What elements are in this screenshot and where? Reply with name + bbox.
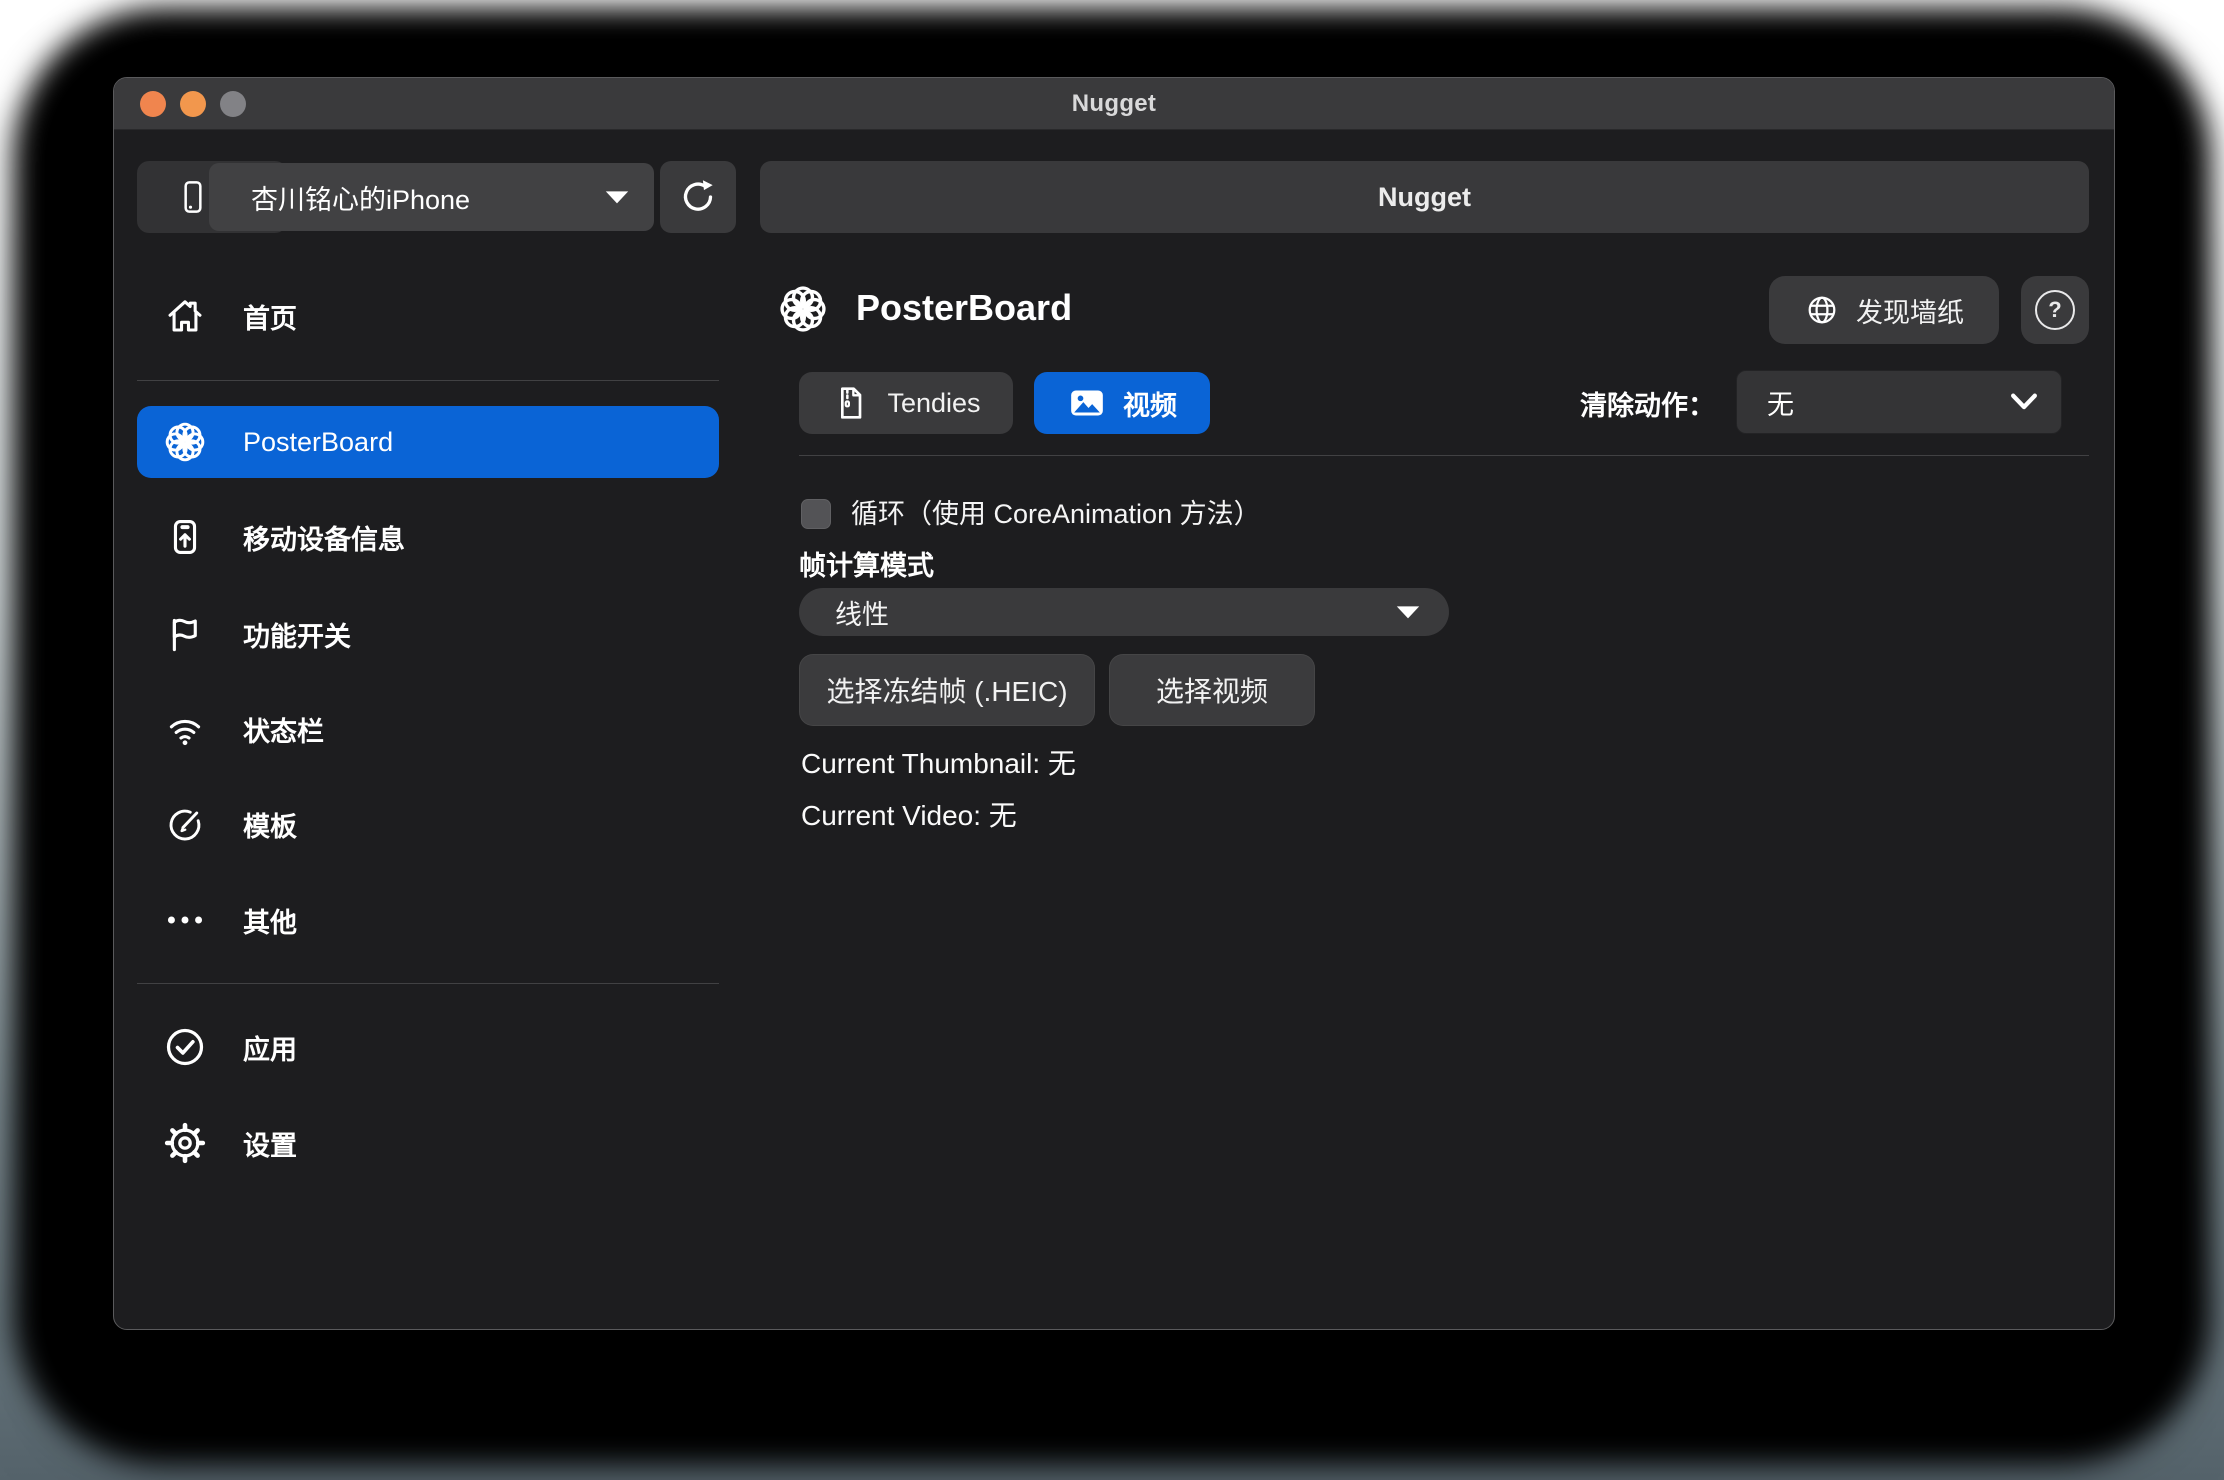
sidebar-item-home[interactable]: 首页 — [137, 280, 719, 352]
photo-icon — [1067, 383, 1107, 423]
refresh-button[interactable] — [660, 161, 736, 233]
app-window: Nugget 杏川铭心的iPhone — [113, 77, 2115, 1330]
choose-frozen-frame-label: 选择冻结帧 (.HEIC) — [826, 670, 1067, 710]
sidebar-item-label: 其他 — [243, 901, 297, 940]
minimize-button[interactable] — [180, 91, 206, 117]
device-name: 杏川铭心的iPhone — [251, 178, 604, 217]
wifi-icon — [162, 706, 208, 752]
sidebar-divider-bottom — [137, 983, 719, 984]
tab-label: 视频 — [1123, 384, 1177, 423]
close-button[interactable] — [140, 91, 166, 117]
device-dropdown[interactable]: 杏川铭心的iPhone — [209, 163, 654, 231]
desktop-background: Nugget 杏川铭心的iPhone — [0, 0, 2224, 1480]
frame-mode-label: 帧计算模式 — [799, 544, 934, 583]
window-title: Nugget — [1072, 90, 1156, 118]
sidebar-item-posterboard[interactable]: PosterBoard — [137, 406, 719, 478]
sidebar-item-other[interactable]: 其他 — [137, 884, 719, 956]
sidebar-item-apply[interactable]: 应用 — [137, 1011, 719, 1083]
refresh-icon — [677, 176, 719, 218]
sidebar-item-label: PosterBoard — [243, 427, 393, 458]
discover-wallpaper-button[interactable]: 发现墙纸 — [1769, 276, 1999, 344]
flag-icon — [162, 611, 208, 657]
traffic-lights — [140, 78, 246, 129]
tab-label: Tendies — [887, 388, 980, 419]
phone-upload-icon — [162, 514, 208, 560]
clear-action-dropdown[interactable]: 无 — [1736, 370, 2062, 434]
loop-checkbox-label: 循环（使用 CoreAnimation 方法） — [851, 499, 1261, 529]
tab-tendies[interactable]: Tendies — [799, 372, 1013, 434]
clear-action-label: 清除动作： — [1580, 372, 1715, 434]
sidebar-item-label: 移动设备信息 — [243, 518, 405, 557]
ellipsis-icon — [162, 897, 208, 943]
sidebar-item-templates[interactable]: 模板 — [137, 788, 719, 860]
gear-icon — [162, 1120, 208, 1166]
help-button[interactable]: ? — [2021, 276, 2089, 344]
sidebar-divider-top — [137, 380, 719, 381]
sidebar-item-settings[interactable]: 设置 — [137, 1107, 719, 1179]
sidebar-item-statusbar[interactable]: 状态栏 — [137, 693, 719, 765]
page-flower-icon — [776, 282, 830, 336]
home-icon — [162, 293, 208, 339]
zoom-button — [220, 91, 246, 117]
caret-down-icon — [1395, 604, 1421, 620]
title-bar: Nugget — [114, 78, 2114, 130]
choose-frozen-frame-button[interactable]: 选择冻结帧 (.HEIC) — [799, 654, 1095, 726]
sidebar-item-label: 模板 — [243, 805, 297, 844]
current-thumbnail-status: Current Thumbnail: 无 — [801, 742, 1076, 782]
choose-video-label: 选择视频 — [1156, 670, 1268, 710]
clear-action-value: 无 — [1767, 383, 2009, 422]
current-video-status: Current Video: 无 — [801, 794, 1017, 834]
sidebar-item-device-info[interactable]: 移动设备信息 — [137, 501, 719, 573]
sidebar-item-label: 设置 — [243, 1124, 297, 1163]
sidebar-item-label: 功能开关 — [243, 615, 351, 654]
zip-file-icon — [831, 383, 871, 423]
choose-video-button[interactable]: 选择视频 — [1109, 654, 1315, 726]
sidebar-item-label: 首页 — [243, 297, 297, 336]
caret-down-icon — [604, 189, 630, 205]
posterboard-flower-icon — [162, 419, 208, 465]
sidebar-item-feature-flags[interactable]: 功能开关 — [137, 598, 719, 670]
frame-mode-dropdown[interactable]: 线性 — [799, 588, 1449, 636]
compose-pencil-icon — [162, 801, 208, 847]
discover-wallpaper-label: 发现墙纸 — [1856, 291, 1964, 330]
iphone-icon — [173, 174, 213, 220]
content-header-bar: Nugget — [760, 161, 2089, 233]
loop-checkbox[interactable] — [801, 499, 831, 529]
sidebar-item-label: 状态栏 — [243, 710, 324, 749]
device-selector[interactable]: 杏川铭心的iPhone — [137, 161, 654, 233]
frame-mode-value: 线性 — [835, 593, 1395, 632]
content-divider — [799, 455, 2089, 456]
sidebar-item-label: 应用 — [243, 1028, 297, 1067]
tab-video[interactable]: 视频 — [1034, 372, 1210, 434]
globe-icon — [1804, 292, 1840, 328]
page-title: PosterBoard — [856, 285, 1072, 331]
check-circle-icon — [162, 1024, 208, 1070]
content-header-title: Nugget — [1378, 182, 1471, 213]
question-mark-icon: ? — [2035, 290, 2075, 330]
chevron-down-icon — [2009, 393, 2039, 411]
